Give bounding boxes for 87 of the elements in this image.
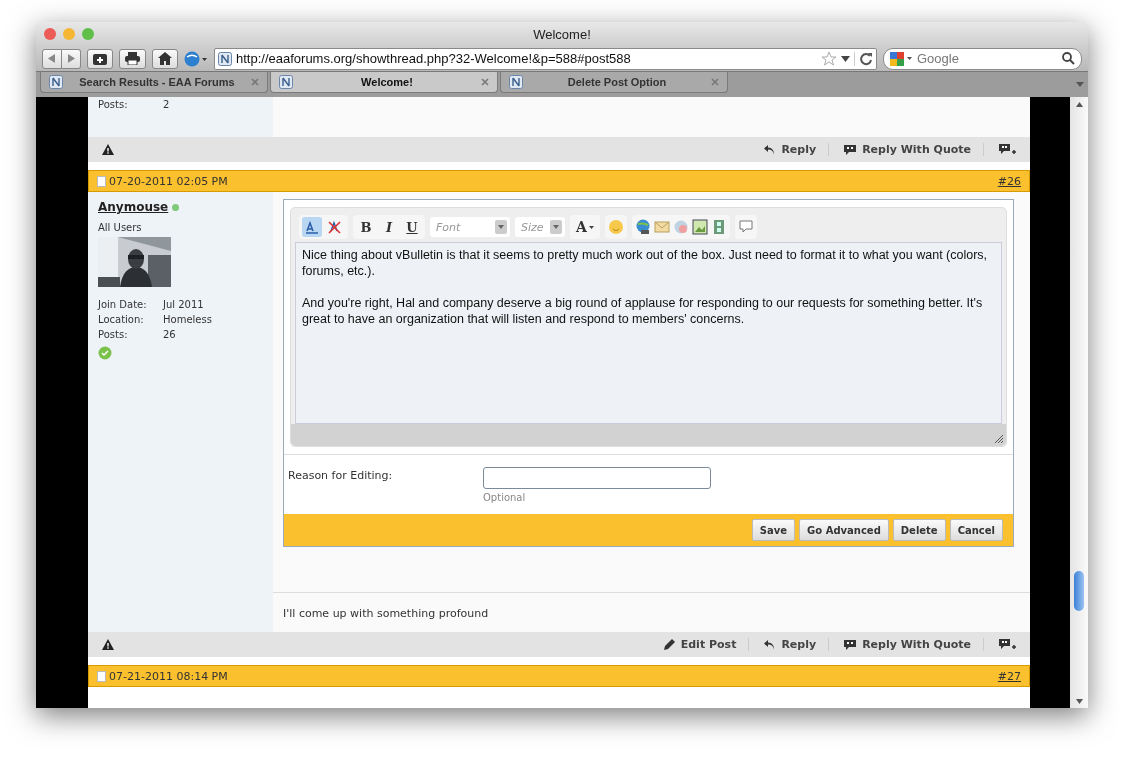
browser-tab[interactable]: Welcome! [270, 72, 498, 93]
post-action-link[interactable]: Reply With Quote [843, 638, 984, 651]
wysiwyg-mode-icon[interactable] [302, 217, 322, 237]
format-button[interactable]: U [402, 217, 422, 237]
post-icon [97, 670, 106, 682]
reason-input-field[interactable] [483, 467, 711, 489]
image-icon[interactable] [691, 219, 708, 235]
text-color-button[interactable]: A [570, 215, 600, 239]
browser-tab[interactable]: Search Results - EAA Forums [40, 72, 268, 93]
editor-action-button[interactable]: Go Advanced [799, 519, 889, 541]
warning-icon[interactable] [102, 144, 114, 155]
house-icon [158, 52, 172, 65]
caret-icon [588, 225, 594, 229]
favicon-icon [509, 75, 523, 89]
window-title: Welcome! [533, 26, 591, 42]
reply-arrow-icon [763, 143, 777, 156]
zoom-window-icon[interactable] [82, 28, 94, 40]
stat-label: Join Date: [98, 298, 148, 312]
favicon-icon [49, 75, 63, 89]
reply-arrow-icon [763, 638, 777, 651]
forward-arrow-icon [67, 54, 75, 63]
post-number-link[interactable]: #27 [997, 669, 1021, 683]
browser-tab[interactable]: Delete Post Option [500, 72, 728, 93]
search-engine-icon[interactable] [890, 50, 914, 67]
reputation-icon [98, 346, 112, 360]
speech-bubble-icon [843, 143, 858, 156]
forward-button[interactable] [62, 48, 81, 69]
stat-label: Posts: [98, 328, 129, 342]
post-date: 07-21-2011 08:14 PM [109, 669, 228, 683]
resize-grip-icon[interactable] [994, 434, 1004, 444]
home-button[interactable] [152, 48, 178, 69]
favicon-icon [279, 75, 293, 89]
tab-close-icon[interactable] [481, 78, 489, 86]
multi-quote-icon[interactable] [998, 638, 1016, 651]
scroll-thumb[interactable] [1074, 571, 1084, 611]
search-icon[interactable] [1062, 52, 1075, 65]
post-action-link[interactable]: Edit Post [662, 638, 750, 651]
format-button[interactable]: I [379, 217, 399, 237]
quote-bubble-icon[interactable] [737, 219, 754, 235]
post-action-link[interactable]: Reply [763, 638, 830, 651]
stat-label: Location: [98, 313, 145, 327]
reason-label: Reason for Editing: [288, 468, 394, 484]
dropdown-caret-icon [550, 220, 562, 234]
stat-value: 26 [163, 328, 177, 342]
reload-icon[interactable] [854, 51, 873, 66]
tab-close-icon[interactable] [251, 78, 259, 86]
close-window-icon[interactable] [44, 28, 56, 40]
user-title: All Users [98, 222, 142, 233]
tab-list-caret-icon[interactable] [1076, 82, 1084, 87]
plus-icon [93, 52, 107, 65]
stat-value: 2 [163, 98, 171, 112]
vertical-scrollbar[interactable] [1070, 97, 1088, 708]
star-icon[interactable] [821, 51, 837, 66]
post-action-link[interactable]: Reply [763, 143, 830, 156]
reason-hint: Optional [483, 492, 526, 503]
editor-action-button[interactable]: Delete [892, 519, 946, 541]
add-bookmark-button[interactable] [87, 48, 113, 69]
username-link[interactable]: Anymouse [98, 200, 169, 214]
favicon-icon [218, 51, 232, 66]
printer-icon [125, 52, 140, 65]
pencil-icon [662, 638, 676, 651]
post-icon [97, 175, 106, 187]
caret-icon[interactable] [841, 55, 850, 62]
warning-icon[interactable] [102, 639, 114, 650]
post-action-link[interactable]: Reply With Quote [843, 143, 984, 156]
stat-value: Homeless [163, 313, 213, 327]
editor-action-button[interactable]: Cancel [949, 519, 1003, 541]
stat-value: Jul 2011 [163, 298, 205, 312]
editor-action-button[interactable]: Save [751, 519, 796, 541]
message-textarea[interactable]: Nice thing about vBulletin is that it seems to pretty much work out of the box. Just need to format it to what you want (colors, forums, etc.). And you're right, Hal and company deserve a big round of applause for responding to our requests for something better. It's great to have an organization that will listen and respond to members' concerns. [295, 242, 1002, 424]
post-number-link[interactable]: #26 [997, 174, 1021, 188]
globe-link-icon[interactable] [634, 219, 651, 235]
speech-bubble-icon [843, 638, 858, 651]
back-button[interactable] [42, 48, 62, 69]
multi-quote-icon[interactable] [998, 143, 1016, 156]
search-field[interactable]: Google [883, 47, 1082, 70]
smiley-icon[interactable] [607, 219, 624, 235]
dropdown-caret-icon [495, 220, 507, 234]
print-button[interactable] [119, 48, 146, 69]
stat-label: Posts: [98, 98, 129, 112]
signature-text: I'll come up with something profound [283, 607, 489, 620]
tab-close-icon[interactable] [711, 78, 719, 86]
format-button[interactable]: B [356, 217, 376, 237]
address-field[interactable]: http://eaaforums.org/showthread.php?32-Welcome!&p=588#post588 [214, 47, 877, 70]
globe-dropdown-icon[interactable] [184, 50, 208, 67]
back-arrow-icon [48, 54, 56, 63]
post-date: 07-20-2011 02:05 PM [109, 174, 228, 188]
